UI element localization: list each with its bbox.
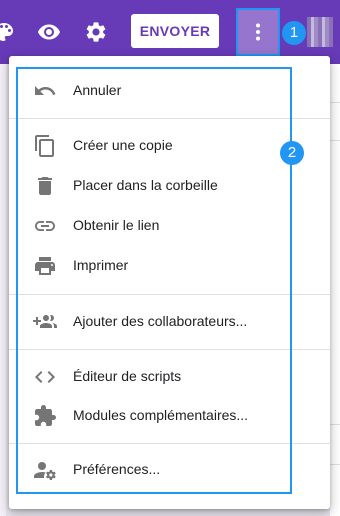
menu-item-get-link[interactable]: Obtenir le lien bbox=[20, 206, 290, 246]
menu-item-label: Créer une copie bbox=[73, 137, 173, 153]
menu-item-label: Obtenir le lien bbox=[73, 217, 160, 233]
print-icon bbox=[33, 254, 57, 278]
page-edge-right bbox=[330, 64, 340, 516]
menu-divider bbox=[9, 349, 330, 350]
link-icon bbox=[33, 214, 57, 238]
step-badge-2: 2 bbox=[280, 141, 304, 165]
menu-item-label: Préférences... bbox=[73, 461, 161, 477]
menu-item-make-copy[interactable]: Créer une copie bbox=[20, 126, 290, 166]
menu-item-label: Placer dans la corbeille bbox=[73, 177, 218, 193]
puzzle-icon bbox=[33, 404, 57, 428]
menu-divider bbox=[9, 443, 330, 444]
menu-item-print[interactable]: Imprimer bbox=[20, 246, 290, 286]
menu-item-move-to-trash[interactable]: Placer dans la corbeille bbox=[20, 166, 290, 206]
undo-icon bbox=[33, 79, 57, 103]
menu-item-label: Éditeur de scripts bbox=[73, 368, 182, 384]
menu-divider bbox=[9, 118, 330, 119]
menu-item-add-collaborators[interactable]: Ajouter des collaborateurs... bbox=[20, 302, 290, 342]
menu-item-label: Ajouter des collaborateurs... bbox=[73, 313, 248, 329]
send-button[interactable]: ENVOYER bbox=[131, 14, 219, 48]
menu-item-label: Modules complémentaires... bbox=[73, 407, 249, 423]
step-badge-1: 1 bbox=[282, 21, 306, 45]
menu-item-add-ons[interactable]: Modules complémentaires... bbox=[20, 396, 290, 436]
palette-icon[interactable] bbox=[0, 20, 16, 44]
menu-item-label: Imprimer bbox=[73, 257, 129, 273]
add-people-icon bbox=[33, 310, 57, 334]
settings-icon[interactable] bbox=[84, 20, 108, 44]
more-vert-icon bbox=[246, 20, 270, 44]
menu-item-label: Annuler bbox=[73, 82, 122, 98]
person-settings-icon bbox=[33, 458, 57, 482]
menu-divider bbox=[9, 294, 330, 295]
menu-item-undo[interactable]: Annuler bbox=[20, 71, 290, 111]
copy-icon bbox=[33, 134, 57, 158]
menu-item-preferences[interactable]: Préférences... bbox=[20, 450, 290, 490]
avatar[interactable] bbox=[307, 17, 333, 47]
code-icon bbox=[33, 365, 57, 389]
preview-icon[interactable] bbox=[37, 20, 61, 44]
more-options-button[interactable] bbox=[236, 8, 280, 56]
menu-item-script-editor[interactable]: Éditeur de scripts bbox=[20, 357, 290, 397]
trash-icon bbox=[33, 174, 57, 198]
page-edge-left bbox=[0, 64, 6, 516]
